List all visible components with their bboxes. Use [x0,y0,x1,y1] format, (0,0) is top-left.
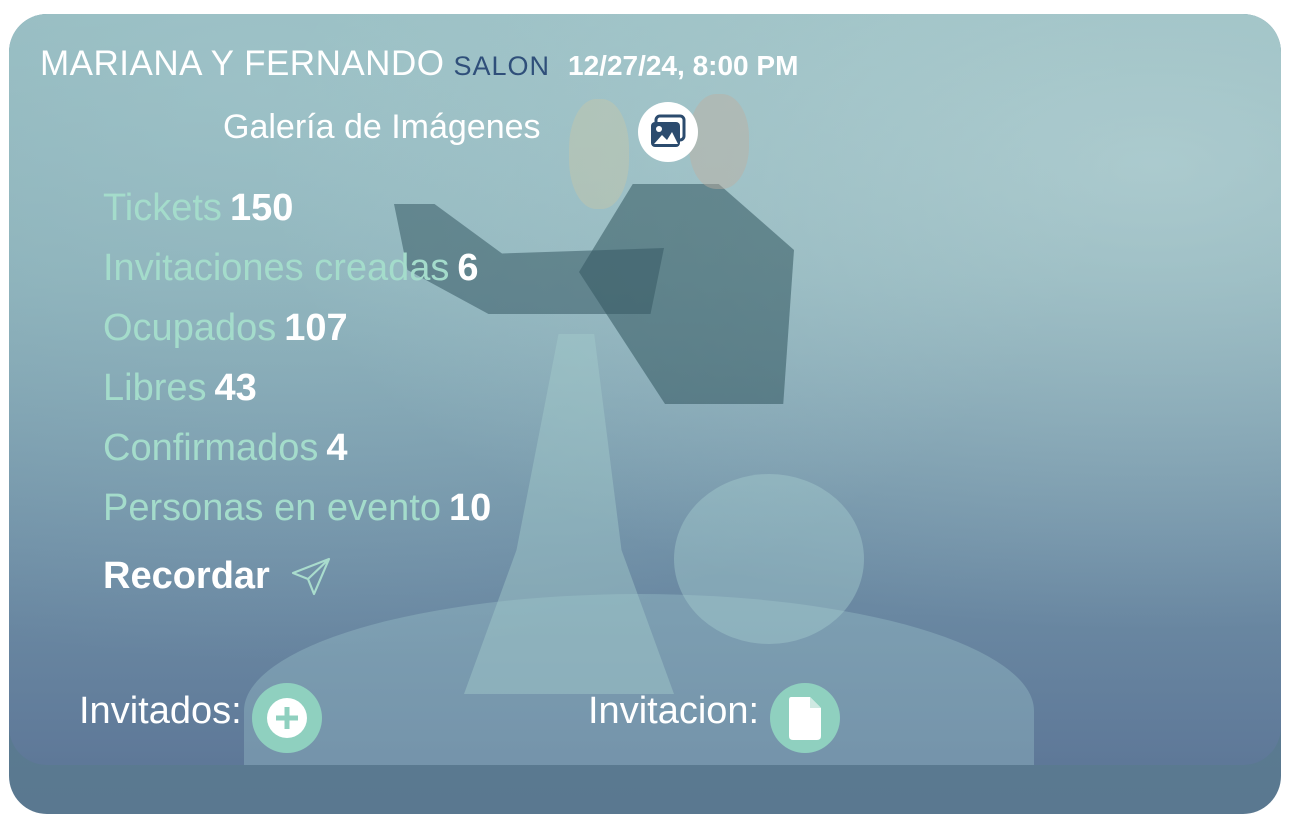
stat-label: Libres [103,367,207,409]
stat-label: Invitaciones creadas [103,247,450,289]
stat-tickets: Tickets 150 [103,186,491,246]
invitation-document-button[interactable] [770,683,840,753]
event-venue: SALON [453,51,551,81]
remind-button[interactable]: Recordar [103,546,491,606]
invitation-label: Invitacion: [588,690,760,732]
remind-label: Recordar [103,555,270,597]
stat-value: 4 [326,427,348,469]
stat-label: Personas en evento [103,487,442,529]
stat-value: 43 [214,367,257,409]
event-couple-name: MARIANA Y FERNANDO [40,44,445,83]
stat-confirmed: Confirmados 4 [103,426,491,486]
send-icon [290,555,332,597]
event-datetime: 12/27/24, 8:00 PM [568,50,799,81]
image-gallery-icon [647,111,689,153]
stat-value: 6 [457,247,479,289]
gallery-label: Galería de Imágenes [223,108,541,146]
stat-value: 10 [449,487,492,529]
stat-free: Libres 43 [103,366,491,426]
add-guest-button[interactable] [252,683,322,753]
event-header: MARIANA Y FERNANDO SALON 12/27/24, 8:00 … [40,44,798,84]
gallery-button[interactable] [638,102,698,162]
stats-list: Tickets 150 Invitaciones creadas 6 Ocupado… [103,186,491,606]
groom-figure-head [689,94,749,189]
cake-rose-decoration [674,474,864,644]
bride-figure-dress [464,334,674,694]
stat-invitations-created: Invitaciones creadas 6 [103,246,491,306]
stat-people-at-event: Personas en evento 10 [103,486,491,546]
stat-label: Ocupados [103,307,277,349]
stat-value: 107 [284,307,348,349]
plus-circle-icon [264,695,310,741]
guests-label: Invitados: [79,690,242,732]
stat-label: Confirmados [103,427,319,469]
document-icon [786,695,824,741]
stat-label: Tickets [103,187,222,229]
stat-occupied: Ocupados 107 [103,306,491,366]
stat-value: 150 [229,187,294,229]
bride-figure-head [569,99,629,209]
